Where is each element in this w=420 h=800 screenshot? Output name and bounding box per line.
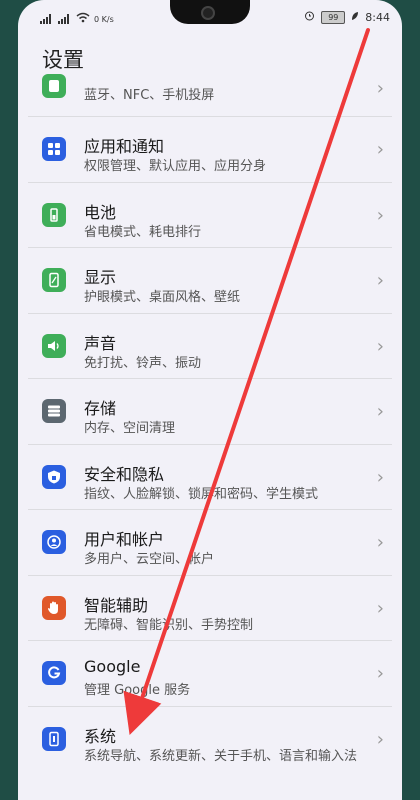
apps-icon xyxy=(42,137,66,161)
clock: 8:44 xyxy=(365,10,390,24)
battery-indicator: 99 xyxy=(321,10,346,24)
chevron-right-icon: › xyxy=(376,728,384,750)
chevron-right-icon: › xyxy=(376,270,384,291)
settings-item-sub: 护眼模式、桌面风格、壁纸 xyxy=(84,290,241,305)
settings-item-sound[interactable]: 声音 免打扰、铃声、振动 › xyxy=(28,314,392,379)
settings-item-label: 用户和帐户 xyxy=(84,530,165,549)
chevron-right-icon: › xyxy=(376,139,384,160)
page-title: 设置 xyxy=(42,48,84,72)
settings-item-label: 安全和隐私 xyxy=(84,464,165,484)
chevron-right-icon: › xyxy=(376,597,384,619)
settings-item-sub: 多用户、云空间、帐户 xyxy=(84,552,215,567)
settings-item-sub: 蓝牙、NFC、手机投屏 xyxy=(84,88,215,103)
settings-item-label: 显示 xyxy=(84,268,117,287)
settings-item-label: 声音 xyxy=(84,333,117,353)
sound-icon xyxy=(42,333,66,358)
wifi-icon xyxy=(76,12,90,26)
google-icon xyxy=(42,661,66,685)
chevron-right-icon: › xyxy=(376,532,384,553)
settings-item-sub: 无障碍、智能识别、手势控制 xyxy=(84,617,254,633)
front-camera xyxy=(201,6,215,20)
settings-item-sub: 省电模式、耗电排行 xyxy=(84,224,202,240)
status-left: 0 K/s xyxy=(40,12,114,26)
chevron-right-icon: › xyxy=(376,204,384,226)
battery-icon xyxy=(42,202,66,227)
system-icon xyxy=(42,726,66,751)
settings-item-label: 系统 xyxy=(84,726,117,746)
user-icon xyxy=(42,530,66,554)
status-right: 99 8:44 xyxy=(304,10,390,24)
settings-item-sub: 免打扰、铃声、振动 xyxy=(84,355,202,371)
phone-screen: 0 K/s 99 8:44 设置 蓝牙、NFC、手机投屏 › 应用和通知 权限管… xyxy=(18,0,402,800)
status-bar: 0 K/s 99 8:44 xyxy=(18,0,402,38)
settings-list: 蓝牙、NFC、手机投屏 › 应用和通知 权限管理、默认应用、应用分身 › 电池 … xyxy=(28,74,392,785)
settings-item-sub: 内存、空间清理 xyxy=(84,421,176,436)
device-connection-icon xyxy=(42,74,66,98)
signal-icon-2 xyxy=(58,14,72,24)
settings-item-smart-assist[interactable]: 智能辅助 无障碍、智能识别、手势控制 › xyxy=(28,576,392,641)
settings-item-sub: 权限管理、默认应用、应用分身 xyxy=(84,159,267,174)
settings-item-battery[interactable]: 电池 省电模式、耗电排行 › xyxy=(28,183,392,248)
settings-item-sub: 系统导航、系统更新、关于手机、语言和输入法 xyxy=(84,748,358,764)
settings-item-apps[interactable]: 应用和通知 权限管理、默认应用、应用分身 › xyxy=(28,117,392,183)
settings-item-sub: 管理 Google 服务 xyxy=(84,683,191,698)
settings-item-label: 应用和通知 xyxy=(84,137,165,156)
chevron-right-icon: › xyxy=(376,78,384,99)
settings-item-label: 存储 xyxy=(84,399,117,418)
storage-icon xyxy=(42,399,66,423)
alarm-icon xyxy=(304,10,315,24)
chevron-right-icon: › xyxy=(376,663,384,684)
settings-item-sub: 指纹、人脸解锁、锁屏和密码、学生模式 xyxy=(84,486,319,502)
chevron-right-icon: › xyxy=(376,466,384,488)
settings-item-label: 电池 xyxy=(84,202,117,222)
chevron-right-icon: › xyxy=(376,335,384,357)
hand-icon xyxy=(42,595,66,620)
display-icon xyxy=(42,268,66,292)
settings-item-users[interactable]: 用户和帐户 多用户、云空间、帐户 › xyxy=(28,510,392,576)
settings-item-display[interactable]: 显示 护眼模式、桌面风格、壁纸 › xyxy=(28,248,392,314)
settings-item-system[interactable]: 系统 系统导航、系统更新、关于手机、语言和输入法 › xyxy=(28,707,392,785)
chevron-right-icon: › xyxy=(376,401,384,422)
speed-indicator: 0 K/s xyxy=(94,14,114,24)
leaf-icon xyxy=(351,11,359,24)
settings-item-label: Google xyxy=(84,657,141,676)
settings-item-storage[interactable]: 存储 内存、空间清理 › xyxy=(28,379,392,445)
settings-item-label: 智能辅助 xyxy=(84,595,149,615)
security-icon xyxy=(42,464,66,489)
signal-icon xyxy=(40,14,54,24)
settings-item-google[interactable]: Google 管理 Google 服务 › xyxy=(28,641,392,707)
settings-item-device-connection[interactable]: 蓝牙、NFC、手机投屏 › xyxy=(28,74,392,117)
settings-item-security[interactable]: 安全和隐私 指纹、人脸解锁、锁屏和密码、学生模式 › xyxy=(28,445,392,510)
